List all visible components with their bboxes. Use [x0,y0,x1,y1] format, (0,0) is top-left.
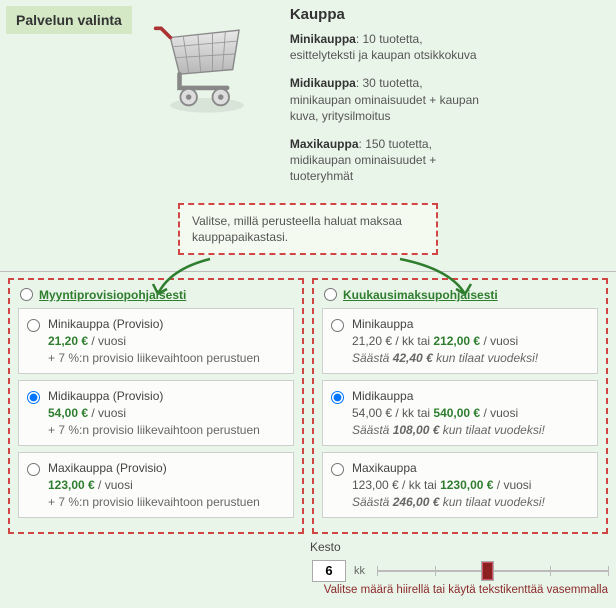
option-monthly-maxi[interactable]: Maxikauppa 123,00 € / kk tai 1230,00 € /… [322,452,598,518]
slider-thumb[interactable] [481,561,494,581]
option-label: Minikauppa (Provisio) [48,317,285,331]
option-savings: Säästä 108,00 € kun tilaat vuodeksi! [352,423,589,437]
commission-based-column: Myyntiprovisiopohjaisesti Minikauppa (Pr… [8,278,304,534]
shopping-cart-icon [152,10,262,120]
radio-monthly-mini[interactable] [331,319,344,332]
option-price: 21,20 € / kk tai 212,00 € / vuosi [352,334,589,348]
radio-monthly-midi[interactable] [331,391,344,404]
tier-desc-maxi: Maxikauppa: 150 tuotetta, midikaupan omi… [290,136,480,185]
option-savings: Säästä 246,00 € kun tilaat vuodeksi! [352,495,589,509]
option-label: Minikauppa [352,317,589,331]
column-title-commission[interactable]: Myyntiprovisiopohjaisesti [39,288,186,302]
slider-hint: Valitse määrä hiirellä tai käytä tekstik… [0,582,616,596]
option-price: 123,00 € / kk tai 1230,00 € / vuosi [352,478,589,492]
duration-input[interactable] [312,560,346,582]
option-monthly-midi[interactable]: Midikauppa 54,00 € / kk tai 540,00 € / v… [322,380,598,446]
cart-image [132,6,282,197]
option-commission-maxi[interactable]: Maxikauppa (Provisio) 123,00 € / vuosi +… [18,452,294,518]
option-commission-mini[interactable]: Minikauppa (Provisio) 21,20 € / vuosi + … [18,308,294,374]
page-title-badge: Palvelun valinta [6,6,132,34]
option-savings: Säästä 42,40 € kun tilaat vuodeksi! [352,351,589,365]
option-monthly-mini[interactable]: Minikauppa 21,20 € / kk tai 212,00 € / v… [322,308,598,374]
duration-slider[interactable] [377,560,608,582]
column-title-monthly[interactable]: Kuukausimaksupohjaisesti [343,288,498,302]
option-label: Midikauppa (Provisio) [48,389,285,403]
option-label: Maxikauppa (Provisio) [48,461,285,475]
option-extra: + 7 %:n provisio liikevaihtoon perustuen [48,351,285,365]
option-label: Midikauppa [352,389,589,403]
payment-basis-hint: Valitse, millä perusteella haluat maksaa… [178,203,438,255]
column-radio-commission[interactable] [20,288,33,301]
option-price: 54,00 € / kk tai 540,00 € / vuosi [352,406,589,420]
tier-desc-mini: Minikauppa: 10 tuotetta, esittelyteksti … [290,31,480,63]
option-price: 21,20 € / vuosi [48,334,285,348]
duration-unit: kk [354,565,365,577]
monthly-based-column: Kuukausimaksupohjaisesti Minikauppa 21,2… [312,278,608,534]
option-price: 54,00 € / vuosi [48,406,285,420]
option-commission-midi[interactable]: Midikauppa (Provisio) 54,00 € / vuosi + … [18,380,294,446]
radio-commission-midi[interactable] [27,391,40,404]
radio-commission-mini[interactable] [27,319,40,332]
option-extra: + 7 %:n provisio liikevaihtoon perustuen [48,495,285,509]
radio-monthly-maxi[interactable] [331,463,344,476]
radio-commission-maxi[interactable] [27,463,40,476]
duration-label: Kesto [310,540,608,554]
product-title: Kauppa [290,6,610,23]
option-label: Maxikauppa [352,461,589,475]
option-extra: + 7 %:n provisio liikevaihtoon perustuen [48,423,285,437]
option-price: 123,00 € / vuosi [48,478,285,492]
tier-desc-midi: Midikauppa: 30 tuotetta, minikaupan omin… [290,75,480,124]
column-radio-monthly[interactable] [324,288,337,301]
